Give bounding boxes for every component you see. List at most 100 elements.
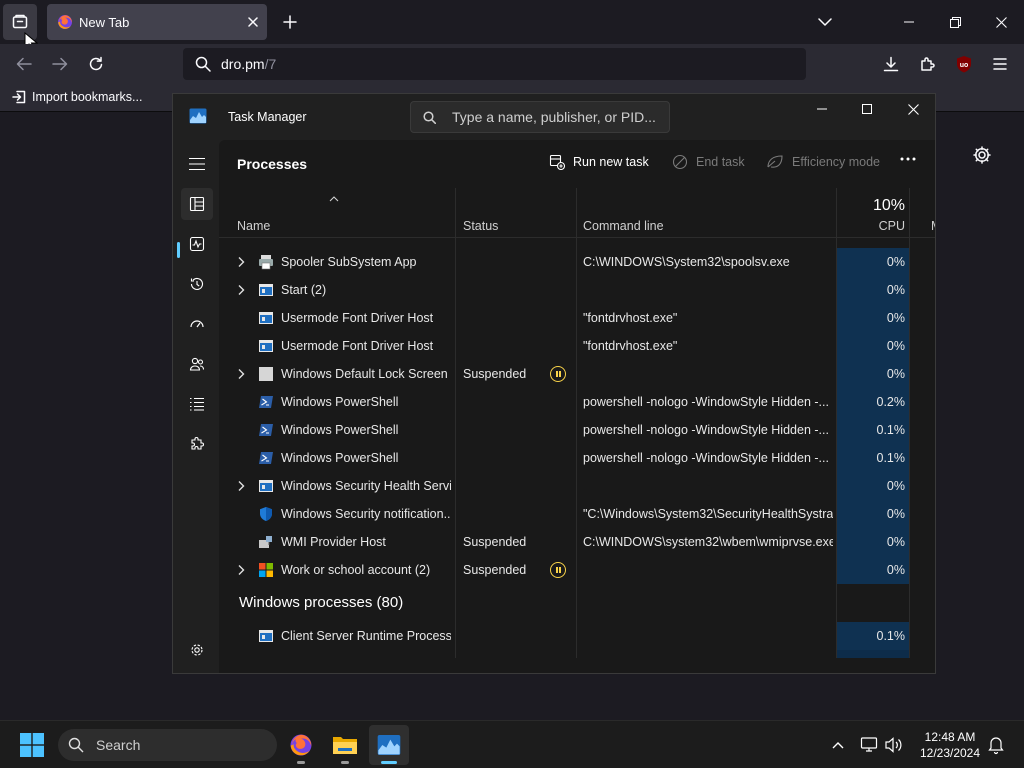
process-row[interactable]: Usermode Font Driver Host "fontdrvhost.ex… bbox=[219, 304, 935, 332]
speedometer-icon bbox=[190, 320, 204, 328]
new-tab-settings-button[interactable] bbox=[971, 144, 993, 166]
process-row[interactable]: WMI Provider Host Suspended C:\WINDOWS\sys… bbox=[219, 528, 935, 556]
process-group-header-windows-processes[interactable]: Windows processes (80) bbox=[239, 594, 403, 611]
process-row[interactable]: Windows PowerShell powershell -nologo -Wi… bbox=[219, 444, 935, 472]
reload-button[interactable] bbox=[80, 48, 112, 80]
hamburger-menu-icon bbox=[189, 158, 205, 170]
process-cpu: 0% bbox=[886, 367, 905, 381]
browser-minimize-button[interactable] bbox=[886, 0, 932, 44]
new-tab-button[interactable] bbox=[276, 8, 304, 36]
taskbar-app-task-manager[interactable] bbox=[369, 725, 409, 765]
app-menu-button[interactable] bbox=[984, 48, 1016, 80]
services-puzzle-icon bbox=[191, 437, 204, 450]
efficiency-mode-button[interactable]: Efficiency mode bbox=[766, 154, 880, 170]
process-row[interactable]: Windows Default Lock Screen ... Suspended… bbox=[219, 360, 935, 388]
process-name: Client Server Runtime Process bbox=[281, 629, 451, 643]
efficiency-mode-label: Efficiency mode bbox=[792, 155, 881, 169]
tm-minimize-button[interactable] bbox=[799, 94, 845, 124]
nav-item-users[interactable] bbox=[181, 348, 213, 380]
nav-item-performance[interactable] bbox=[181, 228, 213, 260]
process-row[interactable]: Start (2) 0% bbox=[219, 276, 935, 304]
taskbar-app-file-explorer[interactable] bbox=[325, 725, 365, 765]
process-command-line: C:\WINDOWS\System32\spoolsv.exe bbox=[583, 255, 790, 269]
column-header-name[interactable]: Name bbox=[219, 188, 455, 238]
network-status-button[interactable] bbox=[860, 735, 878, 755]
column-header-status[interactable]: Status bbox=[456, 188, 576, 238]
ublock-origin-button[interactable]: uo bbox=[948, 48, 980, 80]
task-manager-logo-icon bbox=[189, 108, 207, 124]
volume-button[interactable] bbox=[884, 735, 904, 755]
task-manager-window: Task Manager Type a name, publisher, or … bbox=[172, 93, 936, 674]
tab-overflow-button[interactable] bbox=[802, 0, 848, 44]
column-header-memory[interactable]: M bbox=[910, 188, 935, 238]
process-row[interactable]: Usermode Font Driver Host "fontdrvhost.ex… bbox=[219, 332, 935, 360]
powershell-icon bbox=[259, 424, 273, 436]
process-row[interactable]: Windows PowerShell powershell -nologo -Wi… bbox=[219, 416, 935, 444]
chevron-right-icon[interactable] bbox=[237, 256, 245, 268]
bell-icon bbox=[988, 737, 1004, 755]
browser-tab-new-tab[interactable]: New Tab bbox=[47, 4, 267, 40]
chevron-right-icon[interactable] bbox=[237, 480, 245, 492]
task-manager-logo-icon bbox=[377, 735, 401, 755]
process-table-header: Name Status Command line 10% CPU M bbox=[219, 188, 935, 238]
browser-close-button[interactable] bbox=[978, 0, 1024, 44]
task-manager-title-bar: Task Manager Type a name, publisher, or … bbox=[173, 94, 935, 140]
nav-menu-toggle[interactable] bbox=[181, 148, 213, 180]
column-header-command-line[interactable]: Command line bbox=[577, 188, 835, 238]
run-new-task-button[interactable]: Run new task bbox=[549, 154, 649, 170]
page-title: Processes bbox=[237, 156, 308, 172]
import-bookmarks-button[interactable]: Import bookmarks... bbox=[12, 90, 142, 104]
tm-close-button[interactable] bbox=[890, 94, 935, 124]
taskbar-clock[interactable]: 12:48 AM 12/23/2024 bbox=[918, 729, 982, 761]
process-row[interactable]: Windows PowerShell powershell -nologo -Wi… bbox=[219, 388, 935, 416]
performance-icon bbox=[189, 236, 205, 252]
end-task-icon bbox=[672, 154, 688, 170]
extensions-button[interactable] bbox=[912, 48, 944, 80]
process-name: Windows PowerShell bbox=[281, 395, 399, 409]
sort-ascending-icon bbox=[329, 196, 339, 202]
hamburger-menu-icon bbox=[993, 58, 1007, 70]
forward-button[interactable] bbox=[44, 48, 76, 80]
process-row[interactable]: Work or school account (2) Suspended 0% bbox=[219, 556, 935, 584]
more-options-button[interactable] bbox=[899, 154, 917, 164]
column-header-cpu[interactable]: 10% CPU bbox=[837, 188, 909, 238]
process-row-partial[interactable] bbox=[219, 650, 935, 658]
process-cpu: 0% bbox=[886, 563, 905, 577]
processes-grid-icon bbox=[189, 196, 205, 212]
nav-item-startup-apps[interactable] bbox=[181, 308, 213, 340]
task-manager-nav-rail bbox=[173, 140, 219, 673]
nav-item-app-history[interactable] bbox=[181, 268, 213, 300]
process-row[interactable]: Client Server Runtime Process 0.1% bbox=[219, 622, 935, 650]
ublock-origin-icon: uo bbox=[957, 56, 971, 73]
back-button[interactable] bbox=[8, 48, 40, 80]
taskbar-search-box[interactable]: Search bbox=[58, 729, 277, 761]
notifications-button[interactable] bbox=[988, 735, 1004, 755]
browser-restore-button[interactable] bbox=[932, 0, 978, 44]
nav-item-processes[interactable] bbox=[181, 188, 213, 220]
show-hidden-icons-button[interactable] bbox=[831, 735, 845, 755]
process-command-line: powershell -nologo -WindowStyle Hidden -… bbox=[583, 395, 829, 409]
taskbar-app-firefox[interactable] bbox=[281, 725, 321, 765]
process-row[interactable]: Windows Security notification... "C:\Wind… bbox=[219, 500, 935, 528]
address-bar[interactable]: dro.pm/7 bbox=[183, 48, 806, 80]
process-cpu: 0% bbox=[886, 479, 905, 493]
close-tab-icon[interactable] bbox=[239, 8, 267, 36]
chevron-right-icon[interactable] bbox=[237, 284, 245, 296]
more-dots-icon bbox=[900, 157, 916, 161]
start-button[interactable] bbox=[20, 733, 44, 757]
column-memory-label: M bbox=[931, 219, 935, 233]
chevron-right-icon[interactable] bbox=[237, 368, 245, 380]
process-row[interactable]: Windows Security Health Servi... 0% bbox=[219, 472, 935, 500]
chevron-right-icon[interactable] bbox=[237, 564, 245, 576]
browser-navigation-toolbar: dro.pm/7 uo bbox=[0, 44, 1024, 84]
end-task-button[interactable]: End task bbox=[672, 154, 745, 170]
process-command-line: C:\WINDOWS\system32\wbem\wmiprvse.exe bbox=[583, 535, 833, 549]
nav-item-services[interactable] bbox=[181, 428, 213, 460]
process-row[interactable]: Spooler SubSystem App C:\WINDOWS\System32… bbox=[219, 248, 935, 276]
process-command-line: "fontdrvhost.exe" bbox=[583, 311, 678, 325]
tm-maximize-button[interactable] bbox=[844, 94, 890, 124]
nav-item-details[interactable] bbox=[181, 388, 213, 420]
process-search-input[interactable]: Type a name, publisher, or PID... bbox=[410, 101, 670, 133]
downloads-button[interactable] bbox=[875, 48, 907, 80]
nav-item-settings[interactable] bbox=[181, 634, 213, 666]
